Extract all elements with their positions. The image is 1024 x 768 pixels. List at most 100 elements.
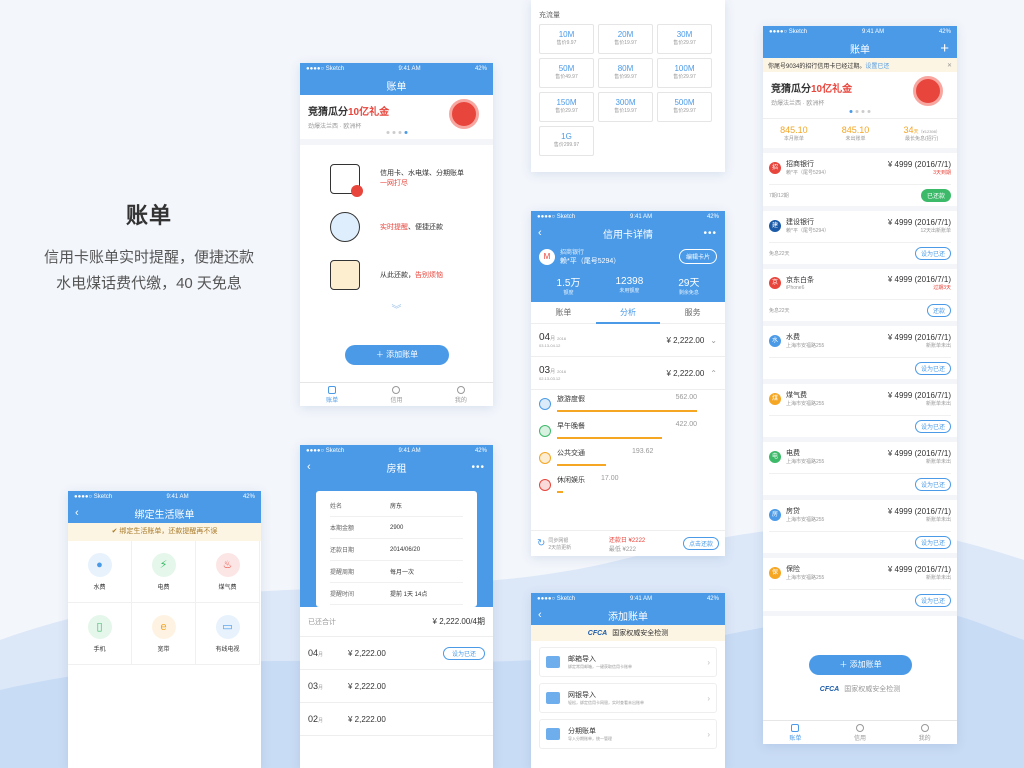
recharge-option[interactable]: 20M 售价19.97 [598,24,653,54]
card-footer: ↻ 同步网银 2天前更新 还款日 ¥2222 最低 ¥222 点击还款 [531,530,725,556]
bill-left: 煤煤气费 上海市安福路255 [769,390,824,407]
recharge-option[interactable]: 500M 售价29.97 [657,92,712,122]
bill-card[interactable]: 京京东白条 iPhone6 ¥ 4999 (2016/7/1) 过期3天 免息22天 还款 [763,269,957,326]
recharge-option[interactable]: 1G 售价299.97 [539,126,594,156]
utility-label: 有线电视 [215,647,240,653]
tab-bill[interactable]: 账单 [531,302,596,324]
more-icon[interactable]: ••• [703,228,717,239]
bill-card[interactable]: 招招商银行 赖*平（尾号5294） ¥ 4999 (2016/7/1) 3天到期 7期/… [763,153,957,211]
bill-card[interactable]: 保保险 上海市安福路255 ¥ 4999 (2016/7/1) 新账单未出 设为已还 [763,558,957,616]
bill-action-button[interactable]: 设为已还 [914,594,951,607]
chevron-down-icon[interactable]: ⌄ [710,336,717,345]
bill-action-button[interactable]: 设为已还 [914,536,951,549]
recharge-option[interactable]: 150M 售价29.97 [539,92,594,122]
rent-field-row: 提醒时间 提前 1天 14点 [330,583,463,605]
month-row[interactable]: 03月 ¥ 2,222.00 [300,670,493,703]
back-icon[interactable]: ‹ [307,461,311,473]
import-option[interactable]: 邮箱导入 绑定常用邮箱，一键获取信用卡账单 › [539,647,717,677]
back-icon[interactable]: ‹ [75,507,79,519]
add-bill-button[interactable]: ＋ 添加账单 [345,345,449,365]
recharge-option[interactable]: 10M 售价9.97 [539,24,594,54]
month-row[interactable]: 02月 ¥ 2,222.00 [300,703,493,736]
bill-name: 保险 [786,566,800,573]
feature-item: 信用卡、水电煤、分期账单 一网打尽 [330,155,493,203]
stat-value: 845.10 [842,125,870,135]
stat-number: 34 [903,125,914,135]
clock: 9:41 AM [398,66,421,72]
recharge-option[interactable]: 300M 售价19.97 [598,92,653,122]
tab-bill[interactable]: 账单 [300,383,364,406]
summary-stats: 845.10 本月账单 845.10 未出账单 34天（¥12398） 最长免息(招行) [763,118,957,148]
paid-total-value: ¥ 2,222.00/4期 [432,617,485,626]
import-option[interactable]: 分期账单 导入分期账单，统一管理 › [539,719,717,749]
utility-item[interactable]: ▯ 手机 [68,603,132,665]
more-icon[interactable]: ••• [471,462,485,473]
notice-link[interactable]: 设置已还 [865,64,889,70]
recharge-option[interactable]: 30M 售价29.97 [657,24,712,54]
tab-mine[interactable]: 我的 [429,383,493,406]
edit-card-button[interactable]: 编辑卡片 [678,249,717,264]
recharge-option[interactable]: 50M 售价49.97 [539,58,594,88]
back-icon[interactable]: ‹ [538,609,542,621]
utility-item[interactable]: ● 水费 [68,541,132,603]
bill-action-button[interactable]: 设为已还 [914,362,951,375]
bill-right: ¥ 4999 (2016/7/1) 3天到期 [888,160,951,176]
close-icon[interactable]: ✕ [947,62,952,69]
back-icon[interactable]: ‹ [538,227,542,239]
recharge-option[interactable]: 80M 售价99.97 [598,58,653,88]
notice-text: 绑定生活账单，还款提醒再不误 [119,528,218,535]
promo-banner[interactable]: 竞猜瓜分10亿礼金 劲爆法兰西 · 欧洲杯 [300,95,493,139]
sync-label: 同步网银 [548,537,569,544]
month-unit: 月 [318,718,324,724]
recharge-amount: 30M [676,30,693,39]
tab-analysis[interactable]: 分析 [595,302,661,324]
bill-foot: 免息22天 [769,251,790,257]
bill-amount: ¥ 4999 (2016/7/1) [887,275,951,284]
carousel-dots[interactable] [849,110,871,113]
feature-highlight: 实时提醒 [380,224,408,231]
bill-action-button[interactable]: 已还款 [920,189,951,202]
recharge-price: 售价29.97 [673,40,696,46]
bill-action-button[interactable]: 还款 [926,304,951,317]
clock: 9:41 AM [630,214,653,220]
carousel-dots[interactable] [386,131,407,134]
add-icon[interactable]: + [940,40,949,57]
import-option[interactable]: 网银导入 轻松，绑定信用卡网银，实时查看未出账单 › [539,683,717,713]
bill-bottom: 7期/12期 已还款 [769,184,951,202]
bill-action-button[interactable]: 设为已还 [914,420,951,433]
tab-credit[interactable]: 信用 [364,383,428,406]
month-row[interactable]: 04月 2016 03.13-04.12 ¥ 2,222.00 ⌄ [531,324,725,357]
chevron-up-icon[interactable]: ⌃ [710,369,717,378]
bill-action-button[interactable]: 设为已还 [914,247,951,260]
sync-icon[interactable]: ↻ [537,538,545,549]
tab-credit[interactable]: 信用 [828,721,893,744]
bill-card[interactable]: 建建设银行 赖*平（尾号5294） ¥ 4999 (2016/7/1) 12天出新账单… [763,211,957,269]
utility-item[interactable]: ♨ 煤气费 [196,541,260,603]
bill-right: ¥ 4999 (2016/7/1) 新账单未出 [888,333,951,349]
category-name: 早午晚餐 [557,422,585,430]
bill-card[interactable]: 水水费 上海市安福路255 ¥ 4999 (2016/7/1) 新账单未出 设为已还 [763,326,957,384]
mark-paid-button[interactable]: 设为已还 [443,646,485,660]
bill-name: 电费 [786,450,800,457]
promo-banner[interactable]: 竞猜瓜分10亿礼金 劲爆法兰西 · 欧洲杯 [763,72,957,118]
recharge-option[interactable]: 100M 售价29.97 [657,58,712,88]
travel-icon [539,397,551,410]
document-icon [330,164,363,197]
month-row[interactable]: 04月 ¥ 2,222.00 设为已还 [300,637,493,670]
tab-mine[interactable]: 我的 [892,721,957,744]
utility-item[interactable]: e 宽带 [132,603,196,665]
utility-item[interactable]: ⚡ 电费 [132,541,196,603]
add-bill-button[interactable]: ＋ 添加账单 [809,655,912,675]
tab-bill[interactable]: 账单 [763,721,828,744]
bill-card[interactable]: 房房贷 上海市安福路255 ¥ 4999 (2016/7/1) 新账单未出 设为已还 [763,500,957,558]
bill-action-button[interactable]: 设为已还 [914,478,951,491]
month-row[interactable]: 03月 2016 02.13-03.12 ¥ 2,222.00 ⌃ [531,357,725,390]
bill-card[interactable]: 电电费 上海市安福路255 ¥ 4999 (2016/7/1) 新账单未出 设为已还 [763,442,957,500]
utility-item[interactable]: ▭ 有线电视 [196,603,260,665]
pay-button[interactable]: 点击还款 [682,537,719,550]
tab-service[interactable]: 服务 [660,302,725,324]
bill-card[interactable]: 煤煤气费 上海市安福路255 ¥ 4999 (2016/7/1) 新账单未出 设为已还 [763,384,957,442]
bill-top: 京京东白条 iPhone6 ¥ 4999 (2016/7/1) 过期3天 [769,275,951,291]
credit-icon [856,724,864,732]
user-icon [920,724,929,732]
